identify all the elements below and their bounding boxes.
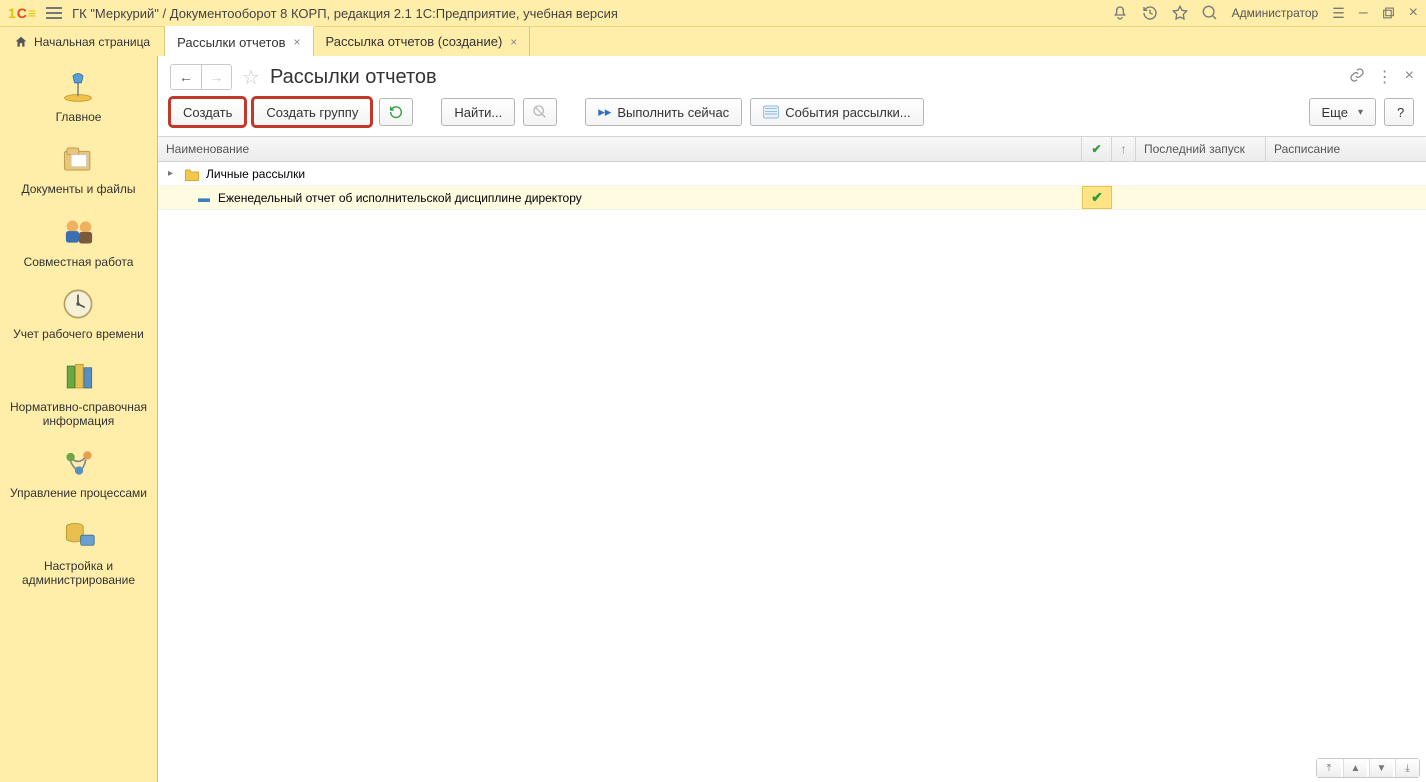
more-button[interactable]: Еще ▾ xyxy=(1309,98,1376,126)
sidebar-item-label: Совместная работа xyxy=(24,255,134,269)
bell-icon[interactable] xyxy=(1112,5,1128,21)
people-icon xyxy=(61,215,97,249)
item-icon: ▬ xyxy=(198,191,210,205)
close-panel-icon[interactable]: × xyxy=(1405,67,1414,87)
history-icon[interactable] xyxy=(1142,5,1158,21)
events-icon xyxy=(763,105,779,119)
scroll-bottom-button[interactable]: ⤓ xyxy=(1395,759,1419,777)
help-button[interactable]: ? xyxy=(1384,98,1414,126)
refresh-icon xyxy=(388,104,404,120)
page-title: Рассылки отчетов xyxy=(270,66,437,89)
server-icon xyxy=(61,519,97,553)
clock-icon xyxy=(60,287,96,321)
home-icon xyxy=(14,35,28,49)
nav-back-button[interactable]: ← xyxy=(171,65,201,89)
close-icon[interactable]: × xyxy=(293,35,300,49)
tab-report-mailing-create[interactable]: Рассылка отчетов (создание) × xyxy=(314,27,531,56)
find-button-label: Найти... xyxy=(454,105,502,120)
sidebar-item-collaboration[interactable]: Совместная работа xyxy=(18,215,140,269)
create-group-button[interactable]: Создать группу xyxy=(253,98,371,126)
table-row[interactable]: ▬ Еженедельный отчет об исполнительской … xyxy=(158,186,1426,210)
main-menu-button[interactable] xyxy=(46,7,62,19)
find-button[interactable]: Найти... xyxy=(441,98,515,126)
clear-filter-button[interactable] xyxy=(523,98,557,126)
home-tab[interactable]: Начальная страница xyxy=(0,27,165,56)
th-schedule[interactable]: Расписание xyxy=(1266,137,1426,161)
sidebar-item-timetracking[interactable]: Учет рабочего времени xyxy=(7,287,150,341)
sidebar-item-label: Учет рабочего времени xyxy=(13,327,144,341)
desk-lamp-icon xyxy=(60,70,96,104)
app-title: ГК "Меркурий" / Документооборот 8 КОРП, … xyxy=(72,6,1102,21)
sidebar: Главное Документы и файлы Совместная раб… xyxy=(0,56,158,782)
folder-icon xyxy=(60,142,96,176)
scroll-up-button[interactable]: ▲ xyxy=(1343,759,1367,777)
tab-reports-mailing[interactable]: Рассылки отчетов × xyxy=(165,26,313,56)
sidebar-item-main[interactable]: Главное xyxy=(50,70,108,124)
folder-icon xyxy=(184,167,200,181)
more-button-label: Еще xyxy=(1322,105,1348,120)
app-logo: 1C≡ xyxy=(8,5,36,21)
sidebar-item-label: Главное xyxy=(56,110,102,124)
tabs-bar: Начальная страница Рассылки отчетов × Ра… xyxy=(0,26,1426,56)
kebab-menu-icon[interactable]: ⋮ xyxy=(1377,67,1393,87)
help-button-label: ? xyxy=(1397,105,1404,120)
nav-forward-button[interactable]: → xyxy=(201,65,231,89)
check-icon: ✔ xyxy=(1091,189,1103,206)
sidebar-item-processes[interactable]: Управление процессами xyxy=(4,446,153,500)
sidebar-item-label: Управление процессами xyxy=(10,486,147,500)
sidebar-item-label: Настройка и администрирование xyxy=(6,559,151,588)
create-button[interactable]: Создать xyxy=(170,98,245,126)
favorite-star-icon[interactable]: ☆ xyxy=(242,65,260,90)
nav-buttons: ← → xyxy=(170,64,232,90)
process-icon xyxy=(61,446,97,480)
minimize-icon[interactable]: – xyxy=(1359,4,1368,22)
th-flag[interactable]: ✔ xyxy=(1082,137,1112,161)
star-icon[interactable] xyxy=(1172,5,1188,21)
close-icon[interactable]: × xyxy=(1409,4,1418,22)
mailing-events-label: События рассылки... xyxy=(785,105,910,120)
expand-icon[interactable]: ▸ xyxy=(168,168,178,179)
table-group-row[interactable]: ▸ Личные рассылки xyxy=(158,162,1426,186)
filter-off-icon xyxy=(532,104,548,120)
sidebar-item-label: Документы и файлы xyxy=(21,182,135,196)
create-group-button-label: Создать группу xyxy=(266,105,358,120)
play-icon: ▸▸ xyxy=(598,104,611,120)
execute-now-label: Выполнить сейчас xyxy=(617,105,729,120)
sidebar-item-label: Нормативно-справочная информация xyxy=(6,400,151,429)
row-name: Еженедельный отчет об исполнительской ди… xyxy=(218,191,582,205)
table-header: Наименование ✔ ↑ Последний запуск Распис… xyxy=(158,136,1426,162)
th-name[interactable]: Наименование xyxy=(158,137,1082,161)
scroll-top-button[interactable]: ⤒ xyxy=(1317,759,1341,777)
sidebar-item-documents[interactable]: Документы и файлы xyxy=(15,142,141,196)
th-lastrun[interactable]: Последний запуск xyxy=(1136,137,1266,161)
panel-icon[interactable]: ☰ xyxy=(1332,5,1345,22)
page-header: ← → ☆ Рассылки отчетов ⋮ × xyxy=(158,56,1426,94)
close-icon[interactable]: × xyxy=(510,35,517,49)
table-scroll-controls: ⤒ ▲ ▼ ⤓ xyxy=(1316,758,1420,778)
refresh-button[interactable] xyxy=(379,98,413,126)
th-sort-icon[interactable]: ↑ xyxy=(1112,137,1136,161)
group-label: Личные рассылки xyxy=(206,167,305,181)
home-tab-label: Начальная страница xyxy=(34,35,150,49)
link-icon[interactable] xyxy=(1349,67,1365,87)
scroll-down-button[interactable]: ▼ xyxy=(1369,759,1393,777)
tab-label: Рассылка отчетов (создание) xyxy=(326,34,503,49)
books-icon xyxy=(61,360,97,394)
sidebar-item-settings[interactable]: Настройка и администрирование xyxy=(0,519,157,588)
titlebar: 1C≡ ГК "Меркурий" / Документооборот 8 КО… xyxy=(0,0,1426,26)
toolbar: Создать Создать группу Найти... ▸▸ Выпол… xyxy=(158,94,1426,136)
execute-now-button[interactable]: ▸▸ Выполнить сейчас xyxy=(585,98,742,126)
tab-label: Рассылки отчетов xyxy=(177,35,285,50)
chevron-down-icon: ▾ xyxy=(1358,107,1363,118)
search-icon[interactable] xyxy=(1202,5,1218,21)
mailing-events-button[interactable]: События рассылки... xyxy=(750,98,923,126)
table: Наименование ✔ ↑ Последний запуск Распис… xyxy=(158,136,1426,782)
user-name[interactable]: Администратор xyxy=(1232,6,1319,20)
sidebar-item-reference[interactable]: Нормативно-справочная информация xyxy=(0,360,157,429)
table-body: ▸ Личные рассылки ▬ Еженедельный отчет xyxy=(158,162,1426,782)
row-flag-cell: ✔ xyxy=(1082,186,1112,209)
create-button-label: Создать xyxy=(183,105,232,120)
content-area: ← → ☆ Рассылки отчетов ⋮ × Создать Созда… xyxy=(158,56,1426,782)
maximize-icon[interactable] xyxy=(1382,7,1395,20)
